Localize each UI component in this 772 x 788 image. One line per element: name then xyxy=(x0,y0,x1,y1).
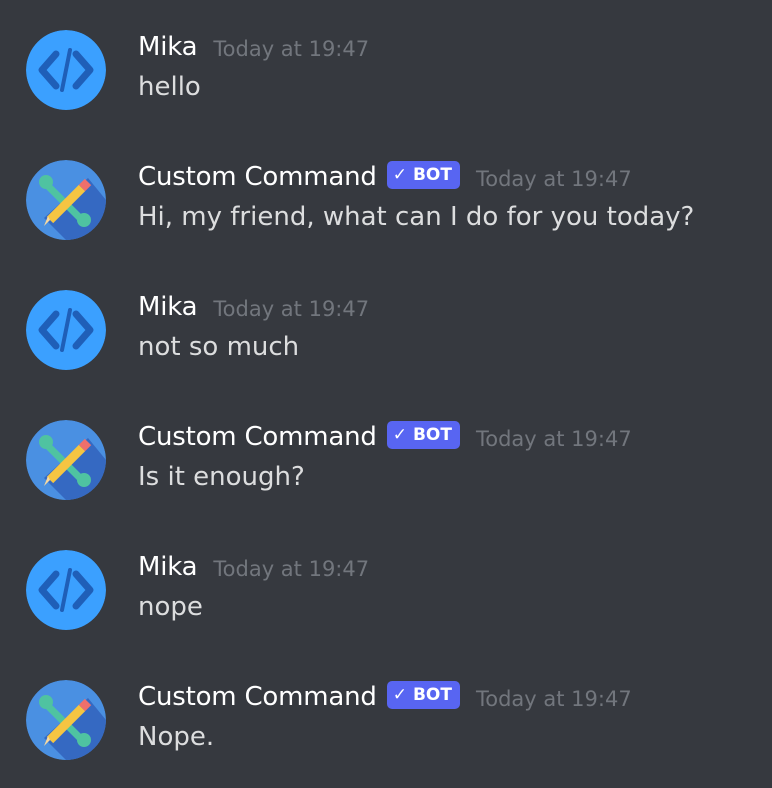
message-header: Mika Today at 19:47 xyxy=(138,30,369,64)
code-brackets-icon xyxy=(26,290,106,370)
username[interactable]: Custom Command xyxy=(138,162,377,192)
message-list: Mika Today at 19:47 hello Custom Command… xyxy=(0,0,772,788)
message-content: nope xyxy=(138,592,203,622)
timestamp[interactable]: Today at 19:47 xyxy=(213,297,369,321)
message-item[interactable]: Mika Today at 19:47 nope xyxy=(0,550,772,650)
username[interactable]: Custom Command xyxy=(138,422,377,452)
avatar[interactable] xyxy=(26,420,106,500)
bot-tag-label: BOT xyxy=(412,165,452,185)
timestamp[interactable]: Today at 19:47 xyxy=(213,37,369,61)
avatar[interactable] xyxy=(26,290,106,370)
message-item[interactable]: Mika Today at 19:47 hello xyxy=(0,30,772,130)
bot-tag: ✓ BOT xyxy=(386,421,460,449)
message-header: Mika Today at 19:47 xyxy=(138,290,369,324)
username[interactable]: Mika xyxy=(138,292,198,322)
message-header: Mika Today at 19:47 xyxy=(138,550,369,584)
username[interactable]: Custom Command xyxy=(138,682,377,712)
check-icon: ✓ xyxy=(392,425,407,445)
check-icon: ✓ xyxy=(392,165,407,185)
message-content: Nope. xyxy=(138,722,215,752)
bot-tag-label: BOT xyxy=(412,685,452,705)
pencil-wrench-icon xyxy=(26,680,106,760)
bot-tag: ✓ BOT xyxy=(386,681,460,709)
message-header: Custom Command ✓ BOT Today at 19:47 xyxy=(138,160,632,194)
message-content: Hi, my friend, what can I do for you tod… xyxy=(138,202,695,232)
bot-tag: ✓ BOT xyxy=(386,161,460,189)
avatar[interactable] xyxy=(26,30,106,110)
message-item[interactable]: Mika Today at 19:47 not so much xyxy=(0,290,772,390)
message-content: hello xyxy=(138,72,201,102)
pencil-wrench-icon xyxy=(26,160,106,240)
timestamp[interactable]: Today at 19:47 xyxy=(213,557,369,581)
message-content: not so much xyxy=(138,332,300,362)
code-brackets-icon xyxy=(26,30,106,110)
code-brackets-icon xyxy=(26,550,106,630)
avatar[interactable] xyxy=(26,550,106,630)
username[interactable]: Mika xyxy=(138,552,198,582)
message-header: Custom Command ✓ BOT Today at 19:47 xyxy=(138,680,632,714)
check-icon: ✓ xyxy=(392,685,407,705)
message-item[interactable]: Custom Command ✓ BOT Today at 19:47 Is i… xyxy=(0,420,772,520)
bot-tag-label: BOT xyxy=(412,425,452,445)
pencil-wrench-icon xyxy=(26,420,106,500)
avatar[interactable] xyxy=(26,680,106,760)
username[interactable]: Mika xyxy=(138,32,198,62)
timestamp[interactable]: Today at 19:47 xyxy=(476,167,632,191)
message-header: Custom Command ✓ BOT Today at 19:47 xyxy=(138,420,632,454)
message-item[interactable]: Custom Command ✓ BOT Today at 19:47 Hi, … xyxy=(0,160,772,260)
timestamp[interactable]: Today at 19:47 xyxy=(476,687,632,711)
timestamp[interactable]: Today at 19:47 xyxy=(476,427,632,451)
avatar[interactable] xyxy=(26,160,106,240)
message-content: Is it enough? xyxy=(138,462,305,492)
message-item[interactable]: Custom Command ✓ BOT Today at 19:47 Nope… xyxy=(0,680,772,780)
